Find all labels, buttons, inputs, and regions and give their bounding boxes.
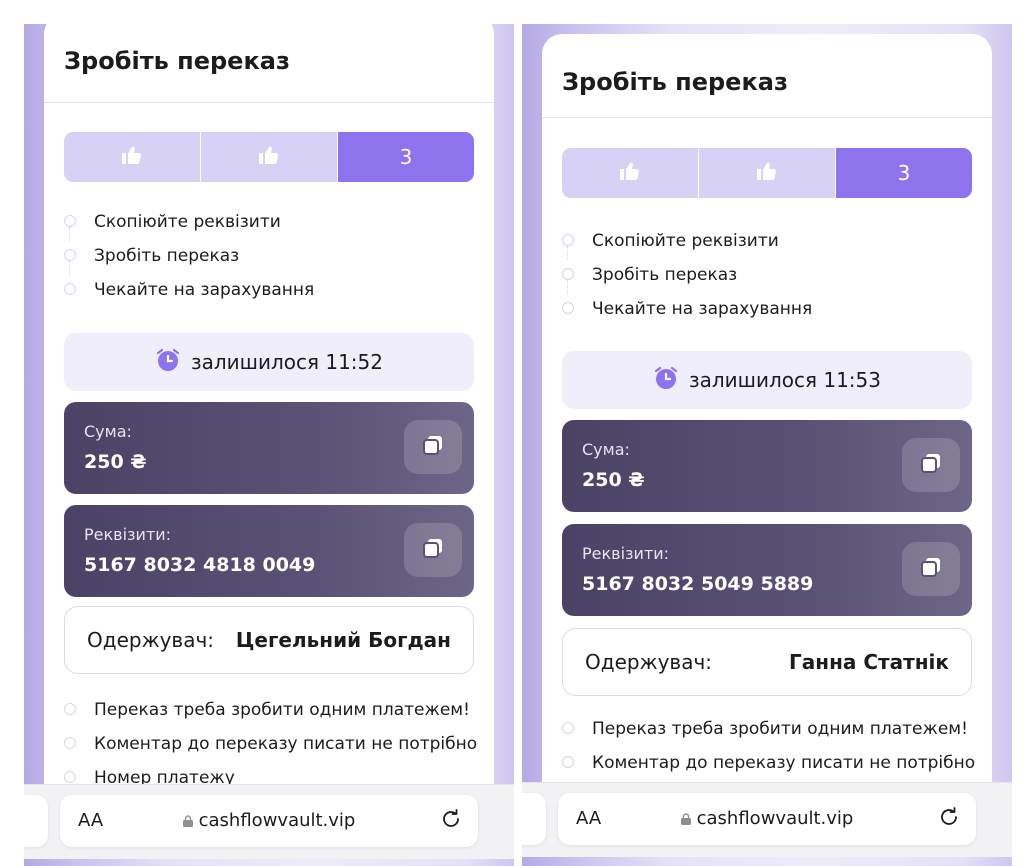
stepper: 3 bbox=[64, 132, 474, 182]
circle-icon bbox=[64, 283, 76, 295]
list-item: Переказ треба зробити одним платежем! bbox=[562, 712, 975, 746]
lock-icon bbox=[182, 810, 199, 831]
thumbs-up-icon bbox=[257, 143, 281, 172]
countdown-timer: залишилося 11:52 bbox=[64, 333, 474, 391]
page-title: Зробіть переказ bbox=[64, 47, 290, 75]
circle-icon bbox=[64, 737, 76, 749]
copy-requisites-button[interactable] bbox=[404, 523, 462, 577]
step-3-label: 3 bbox=[399, 145, 413, 169]
steps-list: Скопіюйте реквізити Зробіть переказ Чека… bbox=[562, 224, 812, 326]
timer-text: залишилося 11:53 bbox=[688, 368, 881, 392]
step-3-active: 3 bbox=[337, 132, 474, 182]
circle-icon bbox=[562, 234, 574, 246]
recipient-label: Одержувач: bbox=[585, 650, 713, 674]
tab-stub[interactable] bbox=[24, 795, 48, 847]
amount-card: Сума: 250 ₴ bbox=[64, 402, 474, 494]
amount-value: 250 ₴ bbox=[582, 469, 645, 491]
recipient-name: Ганна Статнік bbox=[789, 650, 949, 674]
step-1-done bbox=[64, 132, 200, 182]
address-bar[interactable]: AA cashflowvault.vip bbox=[60, 795, 478, 847]
step-1-done bbox=[562, 148, 698, 198]
requisites-card: Реквізити: 5167 8032 5049 5889 bbox=[562, 524, 972, 616]
copy-requisites-button[interactable] bbox=[902, 542, 960, 596]
thumbs-up-icon bbox=[755, 159, 779, 188]
browser-bar: AA cashflowvault.vip bbox=[522, 782, 1012, 857]
list-item: Коментар до переказу писати не потрібно bbox=[64, 727, 477, 761]
address-bar[interactable]: AA cashflowvault.vip bbox=[558, 793, 976, 845]
notes-list: Переказ треба зробити одним платежем! Ко… bbox=[64, 693, 477, 794]
notes-list: Переказ треба зробити одним платежем! Ко… bbox=[562, 712, 975, 780]
requisites-card: Реквізити: 5167 8032 4818 0049 bbox=[64, 505, 474, 597]
circle-icon bbox=[64, 703, 76, 715]
circle-icon bbox=[562, 268, 574, 280]
copy-icon bbox=[919, 451, 943, 479]
circle-icon bbox=[562, 722, 574, 734]
step-3-label: 3 bbox=[897, 161, 911, 185]
transfer-card: Зробіть переказ 3 Скопіюйте реквізити Зр… bbox=[44, 24, 494, 794]
requisites-label: Реквізити: bbox=[84, 525, 172, 544]
copy-amount-button[interactable] bbox=[404, 420, 462, 474]
step-3-active: 3 bbox=[835, 148, 972, 198]
recipient-box: Одержувач: Ганна Статнік bbox=[562, 628, 972, 696]
circle-icon bbox=[64, 215, 76, 227]
lock-icon bbox=[680, 808, 697, 829]
requisites-value: 5167 8032 5049 5889 bbox=[582, 573, 814, 595]
copy-icon bbox=[421, 536, 445, 564]
list-item: Зробіть переказ bbox=[562, 246, 812, 292]
url-text: cashflowvault.vip bbox=[60, 810, 478, 831]
step-2-done bbox=[200, 132, 337, 182]
amount-label: Сума: bbox=[582, 440, 630, 459]
list-item: Переказ треба зробити одним платежем! bbox=[64, 693, 477, 727]
list-item: Скопіюйте реквізити bbox=[562, 224, 812, 258]
copy-amount-button[interactable] bbox=[902, 438, 960, 492]
requisites-value: 5167 8032 4818 0049 bbox=[84, 554, 316, 576]
stepper: 3 bbox=[562, 148, 972, 198]
list-item: Скопіюйте реквізити bbox=[64, 205, 314, 239]
screenshot-right: Зробіть переказ 3 Скопіюйте реквізити Зр… bbox=[522, 24, 1012, 866]
amount-value: 250 ₴ bbox=[84, 451, 147, 473]
recipient-name: Цегельний Богдан bbox=[235, 628, 451, 652]
requisites-label: Реквізити: bbox=[582, 544, 670, 563]
alarm-clock-icon bbox=[653, 365, 689, 396]
transfer-card: Зробіть переказ 3 Скопіюйте реквізити Зр… bbox=[542, 34, 992, 794]
thumbs-up-icon bbox=[120, 143, 144, 172]
copy-icon bbox=[421, 433, 445, 461]
list-item: Коментар до переказу писати не потрібно bbox=[562, 746, 975, 780]
list-item: Чекайте на зарахування bbox=[562, 280, 812, 326]
circle-icon bbox=[64, 771, 76, 783]
screenshot-left: Зробіть переказ 3 Скопіюйте реквізити Зр… bbox=[24, 24, 514, 866]
recipient-box: Одержувач: Цегельний Богдан bbox=[64, 606, 474, 674]
amount-card: Сума: 250 ₴ bbox=[562, 420, 972, 512]
list-item: Чекайте на зарахування bbox=[64, 261, 314, 307]
copy-icon bbox=[919, 555, 943, 583]
countdown-timer: залишилося 11:53 bbox=[562, 351, 972, 409]
step-2-done bbox=[698, 148, 835, 198]
list-item: Зробіть переказ bbox=[64, 227, 314, 273]
circle-icon bbox=[562, 756, 574, 768]
tab-stub[interactable] bbox=[522, 793, 546, 845]
circle-icon bbox=[562, 302, 574, 314]
page-title: Зробіть переказ bbox=[562, 68, 788, 96]
alarm-clock-icon bbox=[155, 347, 191, 378]
browser-bar: AA cashflowvault.vip bbox=[24, 784, 514, 859]
amount-label: Сума: bbox=[84, 422, 132, 441]
recipient-label: Одержувач: bbox=[87, 628, 215, 652]
url-text: cashflowvault.vip bbox=[558, 808, 976, 829]
thumbs-up-icon bbox=[618, 159, 642, 188]
circle-icon bbox=[64, 249, 76, 261]
steps-list: Скопіюйте реквізити Зробіть переказ Чека… bbox=[64, 205, 314, 307]
timer-text: залишилося 11:52 bbox=[190, 350, 383, 374]
